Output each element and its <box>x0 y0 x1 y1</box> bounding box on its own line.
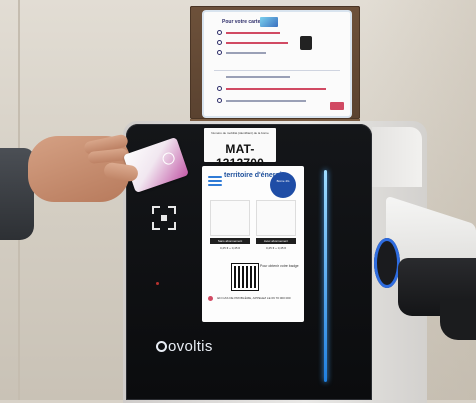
sticker-text-line <box>226 100 306 102</box>
step-price: 0,25 € + 0,45 € <box>265 246 287 250</box>
step-bullet <box>217 40 222 45</box>
step-price: 0,25 € + 0,45 € <box>219 246 241 250</box>
card-swipe-illustration <box>210 200 250 236</box>
sticker-text-line <box>226 32 280 34</box>
brand-wordmark: ovoltis <box>168 338 213 355</box>
instruction-sticker: Pour votre carte RFID <box>202 10 352 118</box>
charger-side-panel <box>372 127 422 187</box>
badge-illustration <box>256 200 296 236</box>
sticker-divider <box>214 70 340 71</box>
status-indicator-light <box>156 282 159 285</box>
step-bullet <box>217 98 222 103</box>
sticker-text-line <box>226 42 288 44</box>
sticker-brand-logo <box>330 102 344 110</box>
card-logo-icon <box>160 150 177 167</box>
sticker-text-line <box>226 88 326 90</box>
sticker-text-line <box>226 52 266 54</box>
charging-cable[interactable] <box>440 300 476 340</box>
territoire-energie-logo-icon <box>208 176 222 186</box>
rfid-center-icon <box>161 215 167 221</box>
sticker-text-line <box>226 76 290 78</box>
keypad-icon <box>300 36 312 50</box>
qr-code[interactable] <box>232 264 258 290</box>
step-bullet <box>217 86 222 91</box>
step-bullet <box>217 50 222 55</box>
charging-socket[interactable] <box>374 238 400 288</box>
operator-info-card: territoire d'énergie Borne 4G Sans abonn… <box>202 166 304 322</box>
station-id-caption: Numéro de mobilité (identifiant) de la b… <box>211 131 269 135</box>
network-badge: Borne 4G <box>270 172 296 198</box>
status-led-bar <box>324 170 327 382</box>
station-id-label: Numéro de mobilité (identifiant) de la b… <box>204 128 276 170</box>
wooden-mount-box: Pour votre carte RFID <box>190 6 360 125</box>
rfid-card-icon <box>260 17 278 27</box>
support-hotline: EN CAS DE PROBLÈME, APPELEZ LE 09 70 000… <box>217 296 291 300</box>
rfid-reader-target[interactable] <box>152 206 176 230</box>
step-tag: Avec abonnement <box>256 238 296 244</box>
step-bullet <box>217 30 222 35</box>
ovoltis-logo: ovoltis <box>156 338 213 355</box>
ovoltis-logo-icon <box>156 341 167 352</box>
step-tag: Sans abonnement <box>210 238 250 244</box>
qr-caption: Pour obtenir votre badge <box>260 264 299 268</box>
